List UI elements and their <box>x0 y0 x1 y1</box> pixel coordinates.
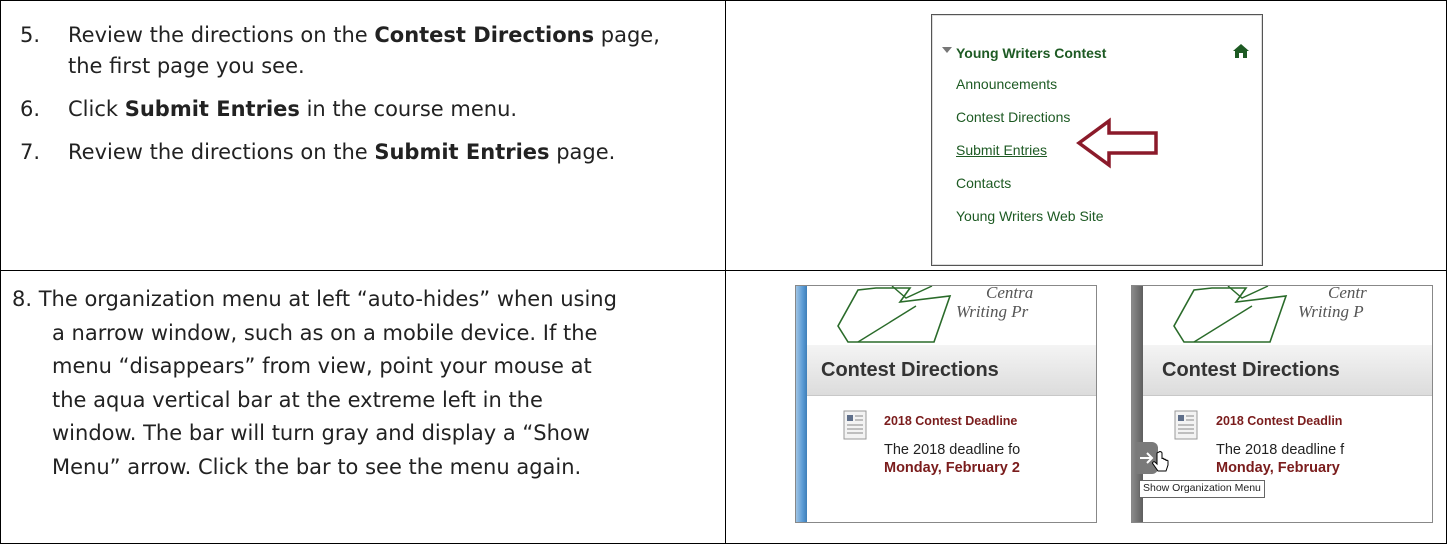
red-arrow-icon <box>1076 117 1158 169</box>
tooltip: Show Organization Menu <box>1139 480 1265 498</box>
step-6: 6. Click Submit Entries in the course me… <box>20 94 660 125</box>
table-border-left <box>0 0 1 544</box>
step-text-part: Click <box>68 97 125 121</box>
step-text-part: page. <box>549 140 616 164</box>
document-icon <box>1174 410 1198 440</box>
menu-item-submit-entries[interactable]: Submit Entries <box>956 142 1047 158</box>
step-text: Click Submit Entries in the course menu. <box>68 94 517 125</box>
logo-text-line-2: Writing Pr <box>956 302 1029 321</box>
step-text: Review the directions on the Contest Dir… <box>68 20 660 82</box>
table-border-center <box>725 0 726 544</box>
step-bold: Submit Entries <box>374 140 550 164</box>
step-text-continued: the first page you see. <box>68 54 305 78</box>
item-text: The 2018 deadline fo <box>884 442 1021 458</box>
table-border-middle <box>0 270 1447 271</box>
step-text-part: Review the directions on the <box>68 140 375 164</box>
menu-item-contest-directions[interactable]: Contest Directions <box>956 109 1070 125</box>
hand-cursor-icon <box>1152 451 1169 472</box>
step-number: 6. <box>20 97 41 121</box>
step-number: 7. <box>20 140 41 164</box>
item-title[interactable]: 2018 Contest Deadlin <box>1216 414 1342 428</box>
home-icon[interactable] <box>1232 42 1250 60</box>
step-text-part: in the course menu. <box>299 97 518 121</box>
course-menu-title[interactable]: Young Writers Contest <box>956 45 1106 61</box>
course-menu-screenshot: Young Writers Contest Announcements Cont… <box>931 14 1263 266</box>
step-8-line: Menu” arrow. Click the bar to see the me… <box>52 454 582 479</box>
logo-text-line-1: Centra <box>986 285 1034 302</box>
menu-item-contacts[interactable]: Contacts <box>956 175 1011 191</box>
item-title[interactable]: 2018 Contest Deadline <box>884 414 1017 428</box>
step-text-part: Review the directions on the <box>68 23 375 47</box>
step-8-line: menu “disappears” from view, point your … <box>52 354 592 378</box>
item-date: Monday, February 2 <box>884 460 1020 476</box>
step-5: 5. Review the directions on the Contest … <box>20 20 660 82</box>
document-icon <box>843 410 867 440</box>
logo-text-line-1: Centr <box>1328 285 1367 302</box>
step-bold: Contest Directions <box>374 23 595 47</box>
step-text: Review the directions on the Submit Entr… <box>68 137 615 168</box>
contest-directions-screenshot-after: Centr Writing P Contest Directions 2018 … <box>1131 285 1433 523</box>
step-8: 8. The organization menu at left “auto-h… <box>12 283 722 484</box>
table-border-top <box>0 0 1447 1</box>
steps-list: 5. Review the directions on the Contest … <box>20 20 660 180</box>
menu-item-web-site[interactable]: Young Writers Web Site <box>956 208 1104 224</box>
step-8-line: window. The bar will turn gray and displ… <box>52 421 590 445</box>
logo-text-line-2: Writing P <box>1298 302 1364 321</box>
item-text: The 2018 deadline f <box>1216 442 1345 458</box>
menu-item-announcements[interactable]: Announcements <box>956 76 1057 92</box>
aqua-vertical-bar[interactable] <box>796 286 807 522</box>
item-date: Monday, February <box>1216 460 1340 476</box>
step-number: 5. <box>20 23 41 47</box>
step-8-line: the aqua vertical bar at the extreme lef… <box>52 387 543 412</box>
step-7: 7. Review the directions on the Submit E… <box>20 137 660 168</box>
step-bold: Submit Entries <box>124 97 300 121</box>
caret-down-icon[interactable] <box>942 45 952 55</box>
step-8-line: 8. The organization menu at left “auto-h… <box>12 287 617 311</box>
step-8-line: a narrow window, such as on a mobile dev… <box>52 320 598 345</box>
page-title: Contest Directions <box>1162 359 1340 381</box>
page-title: Contest Directions <box>821 359 999 381</box>
step-text-part: page, <box>594 23 660 47</box>
contest-directions-screenshot-before: Centra Writing Pr Contest Directions 201… <box>795 285 1097 523</box>
